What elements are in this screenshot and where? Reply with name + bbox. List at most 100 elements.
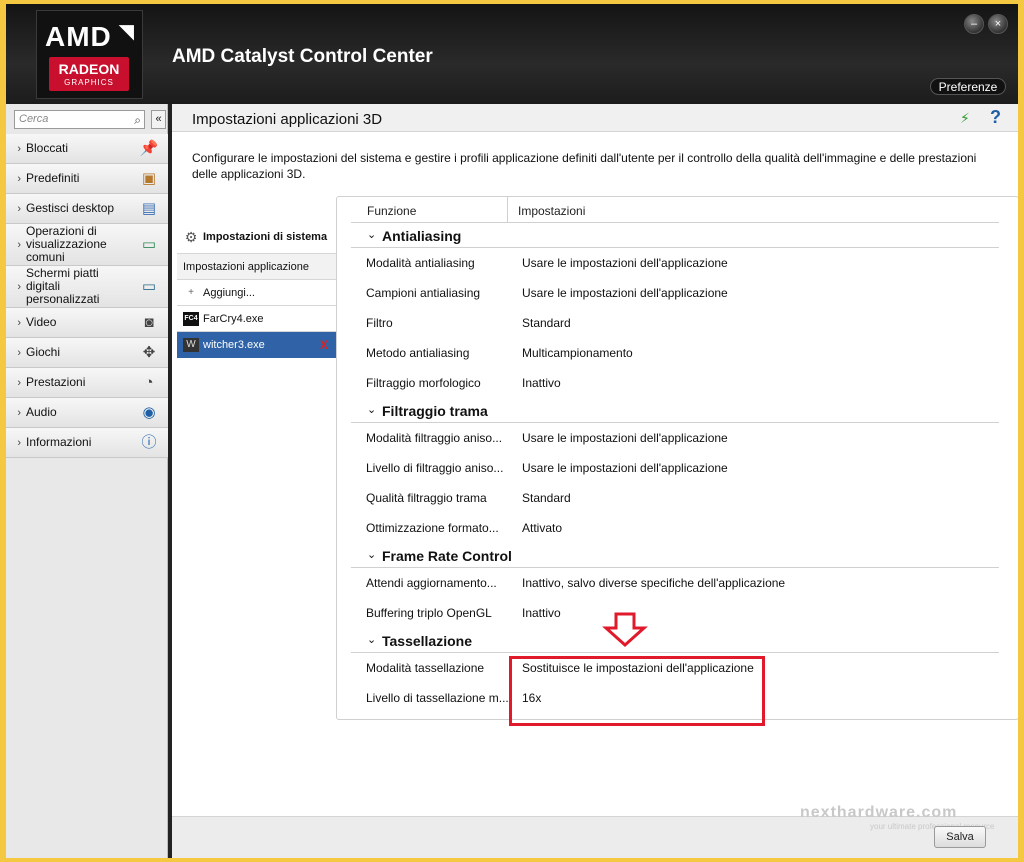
speaker-icon: ◉ [142, 403, 156, 421]
setting-row[interactable]: Livello di filtraggio aniso... Usare le i… [351, 453, 999, 483]
down-arrow-annotation-icon [602, 612, 648, 648]
preferences-button[interactable]: Preferenze [930, 78, 1006, 95]
system-settings-label: Impostazioni di sistema [203, 230, 328, 243]
setting-function: Livello di filtraggio aniso... [366, 461, 504, 475]
sidebar-item-video[interactable]: › Video ◙ [6, 308, 168, 338]
monitor-icon: ▭ [141, 277, 157, 295]
setting-row[interactable]: Qualità filtraggio trama Standard [351, 483, 999, 513]
sidebar-item-predefiniti[interactable]: › Predefiniti ▣ [6, 164, 168, 194]
setting-function: Modalità antialiasing [366, 256, 475, 270]
setting-function: Metodo antialiasing [366, 346, 470, 360]
section-frame-rate-control[interactable]: ⌄ Frame Rate Control [351, 543, 999, 568]
sidebar-item-gestisci-desktop[interactable]: › Gestisci desktop ▤ [6, 194, 168, 224]
sidebar-item-label: Bloccati [26, 141, 69, 155]
gamepad-icon: ✥ [142, 343, 156, 361]
column-settings[interactable]: Impostazioni [518, 204, 585, 218]
sidebar: Cerca ⌕ « › Bloccati 📌 › Predefiniti ▣ ›… [6, 104, 168, 858]
collapse-sidebar-button[interactable]: « [151, 110, 166, 129]
watermark-text: nexthardware.com [800, 804, 958, 821]
sidebar-item-label: Gestisci desktop [26, 201, 115, 215]
delete-profile-icon[interactable]: X [320, 338, 328, 352]
section-filtraggio-trama[interactable]: ⌄ Filtraggio trama [351, 398, 999, 423]
setting-row[interactable]: Modalità filtraggio aniso... Usare le imp… [351, 423, 999, 453]
column-function[interactable]: Funzione [367, 204, 416, 218]
chevron-right-icon: › [17, 316, 21, 329]
pin-icon: 📌 [139, 139, 159, 157]
setting-value[interactable]: Inattivo [522, 376, 561, 390]
sidebar-item-informazioni[interactable]: › Informazioni ⓘ [6, 428, 168, 458]
setting-value[interactable]: Usare le impostazioni dell'applicazione [522, 256, 728, 270]
section-title: Frame Rate Control [382, 548, 512, 564]
setting-row[interactable]: Attendi aggiornamento... Inattivo, salvo … [351, 568, 999, 598]
chevron-right-icon: › [17, 346, 21, 359]
section-antialiasing[interactable]: ⌄ Antialiasing [351, 223, 999, 248]
setting-row[interactable]: Ottimizzazione formato... Attivato [351, 513, 999, 543]
setting-function: Campioni antialiasing [366, 286, 481, 300]
chevron-right-icon: › [17, 376, 21, 389]
setting-value[interactable]: Usare le impostazioni dell'applicazione [522, 461, 728, 475]
setting-function: Modalità filtraggio aniso... [366, 431, 503, 445]
farcry4-app-icon: FC4 [183, 311, 199, 326]
sidebar-item-giochi[interactable]: › Giochi ✥ [6, 338, 168, 368]
help-icon[interactable]: ? [990, 107, 1001, 128]
profile-name: FarCry4.exe [203, 312, 264, 325]
sidebar-item-label: Video [26, 315, 57, 329]
system-settings-item[interactable]: ⚙ Impostazioni di sistema [177, 220, 336, 254]
sidebar-item-audio[interactable]: › Audio ◉ [6, 398, 168, 428]
page-title: Impostazioni applicazioni 3D [192, 111, 383, 128]
setting-value[interactable]: Usare le impostazioni dell'applicazione [522, 431, 728, 445]
minimize-button[interactable]: – [964, 14, 984, 34]
setting-row[interactable]: Modalità antialiasing Usare le impostazio… [351, 248, 999, 278]
column-header: Funzione Impostazioni [351, 197, 999, 223]
sidebar-item-prestazioni[interactable]: › Prestazioni ◔ [6, 368, 168, 398]
setting-row[interactable]: Buffering triplo OpenGL Inattivo [351, 598, 999, 628]
plug-icon[interactable]: ⚡ [960, 110, 970, 127]
add-profile-label: Aggiungi... [203, 286, 255, 299]
setting-function: Filtro [366, 316, 393, 330]
setting-row[interactable]: Filtraggio morfologico Inattivo [351, 368, 999, 398]
section-title: Tassellazione [382, 633, 473, 649]
chevron-down-icon: ⌄ [367, 549, 377, 561]
profile-list: ⚙ Impostazioni di sistema Impostazioni a… [177, 220, 336, 358]
logo-sub: GRAPHICS [64, 78, 114, 87]
gauge-icon: ◔ [144, 373, 154, 391]
add-profile-button[interactable]: + Aggiungi... [177, 280, 336, 306]
setting-function: Ottimizzazione formato... [366, 521, 499, 535]
profile-item-farcry4[interactable]: FC4 FarCry4.exe [177, 306, 336, 332]
search-icon[interactable]: ⌕ [134, 112, 141, 129]
setting-row[interactable]: Filtro Standard [351, 308, 999, 338]
sidebar-item-bloccati[interactable]: › Bloccati 📌 [6, 134, 168, 164]
setting-value[interactable]: Standard [522, 491, 571, 505]
logo-product: RADEON [58, 61, 120, 77]
profile-item-witcher3[interactable]: W witcher3.exe X [177, 332, 336, 358]
amd-radeon-logo: AMD ◥ RADEON GRAPHICS [36, 10, 143, 99]
sidebar-item-label: Giochi [26, 345, 61, 359]
settings-panel: Funzione Impostazioni ⌄ Antialiasing Mod… [336, 196, 1018, 720]
setting-value[interactable]: Multicampionamento [522, 346, 633, 360]
setting-value[interactable]: Usare le impostazioni dell'applicazione [522, 286, 728, 300]
setting-value[interactable]: Inattivo, salvo diverse specifiche dell'… [522, 576, 785, 590]
sidebar-item-schermi-piatti[interactable]: › Schermi piatti digitali personalizzati… [6, 266, 168, 308]
preset-icon: ▣ [141, 169, 157, 187]
section-title: Antialiasing [382, 228, 462, 244]
setting-value[interactable]: Inattivo [522, 606, 561, 620]
app-title: AMD Catalyst Control Center [172, 46, 433, 67]
sidebar-item-label: Audio [26, 405, 57, 419]
setting-value[interactable]: Standard [522, 316, 571, 330]
close-button[interactable]: × [988, 14, 1008, 34]
setting-function: Attendi aggiornamento... [366, 576, 497, 590]
setting-value[interactable]: Attivato [522, 521, 562, 535]
sidebar-item-label: Prestazioni [26, 375, 86, 389]
search-placeholder: Cerca [19, 113, 49, 125]
search-input[interactable]: Cerca ⌕ [14, 110, 145, 129]
sidebar-item-operazioni-visualizzazione[interactable]: › Operazioni di visualizzazione comuni ▭ [6, 224, 168, 266]
sidebar-item-label: Schermi piatti digitali personalizzati [26, 266, 100, 306]
chevron-right-icon: › [17, 142, 21, 155]
setting-row[interactable]: Campioni antialiasing Usare le impostazio… [351, 278, 999, 308]
chevron-right-icon: › [17, 280, 21, 293]
save-button[interactable]: Salva [934, 826, 986, 848]
highlight-box [509, 656, 765, 726]
section-tassellazione[interactable]: ⌄ Tassellazione [351, 628, 999, 653]
column-divider[interactable] [507, 197, 508, 223]
setting-row[interactable]: Metodo antialiasing Multicampionamento [351, 338, 999, 368]
